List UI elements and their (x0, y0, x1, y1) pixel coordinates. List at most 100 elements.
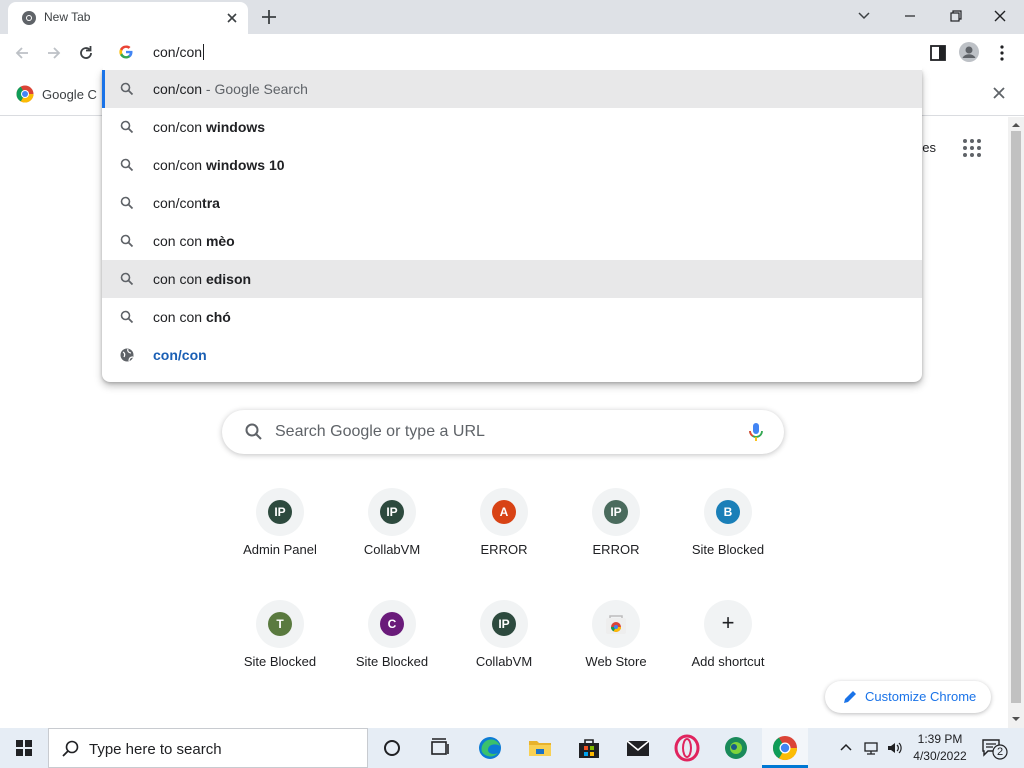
opera-icon[interactable] (673, 734, 701, 762)
search-icon (120, 310, 134, 324)
bookmark-label: Google C (42, 86, 97, 102)
volume-icon[interactable] (886, 740, 902, 756)
suggestion-row[interactable]: con/con windows (102, 108, 922, 146)
search-icon (120, 120, 134, 134)
tab-search-icon[interactable] (850, 4, 878, 28)
back-arrow-icon[interactable] (11, 42, 33, 64)
shortcut-letter-icon: IP (380, 500, 404, 524)
suggestion-completion: windows 10 (205, 157, 285, 173)
shortcut-tile[interactable]: IP Admin Panel (224, 488, 336, 600)
suggestion-query: con/con (153, 195, 203, 211)
scroll-up-icon[interactable] (1012, 121, 1020, 129)
chrome-taskbar-icon[interactable] (771, 734, 799, 762)
edge-dev-icon[interactable] (722, 734, 750, 762)
chrome-icon (22, 11, 36, 25)
new-tab-button[interactable] (258, 6, 280, 28)
shortcut-icon-bg: A (480, 488, 528, 536)
shortcut-label: Web Store (585, 654, 647, 669)
suggestion-completion: edison (205, 271, 252, 287)
shortcut-label: Add shortcut (691, 654, 765, 669)
side-panel-icon[interactable] (928, 43, 948, 63)
suggestion-query: con con (153, 233, 206, 249)
search-icon (245, 423, 262, 440)
plus-icon: + (721, 610, 735, 635)
suggestion-query: con con (153, 309, 206, 325)
clock-date[interactable]: 4/30/2022 (910, 749, 970, 763)
minimize-button[interactable] (896, 4, 924, 28)
suggestion-completion: chó (205, 309, 231, 325)
mail-icon[interactable] (624, 734, 652, 762)
ntp-search-box[interactable]: Search Google or type a URL (222, 410, 784, 454)
title-bar: New Tab (0, 0, 1024, 34)
widgets-icon[interactable] (426, 734, 454, 762)
shortcut-letter-icon: C (380, 612, 404, 636)
clock-time[interactable]: 1:39 PM (916, 732, 964, 746)
shortcut-tile[interactable]: Web Store (560, 600, 672, 712)
shortcut-tile[interactable]: B Site Blocked (672, 488, 784, 600)
scrollbar[interactable] (1008, 117, 1024, 728)
omnibox-text[interactable]: con/con (153, 44, 205, 60)
taskbar-search-box[interactable]: Type here to search (48, 728, 368, 768)
suggestion-row[interactable]: con con chó (102, 298, 922, 336)
scroll-thumb[interactable] (1011, 131, 1021, 703)
suggestion-text: con/con - Google Search (153, 81, 308, 97)
close-icon[interactable] (991, 85, 1007, 101)
customize-chrome-button[interactable]: Customize Chrome (825, 681, 991, 713)
close-window-button[interactable] (986, 4, 1014, 28)
windows-start-icon[interactable] (0, 728, 48, 768)
shortcut-label: CollabVM (475, 654, 533, 669)
search-icon (120, 82, 134, 96)
taskbar-search-text: Type here to search (89, 741, 222, 758)
suggestion-row[interactable]: con con edison (102, 260, 922, 298)
edge-icon[interactable] (476, 734, 504, 762)
shortcut-icon-bg (592, 600, 640, 648)
shortcut-tile[interactable]: IP CollabVM (448, 600, 560, 712)
task-view-icon[interactable] (378, 734, 406, 762)
suggestion-text: con con chó (153, 309, 231, 325)
file-explorer-icon[interactable] (526, 734, 554, 762)
shortcut-icon-bg: C (368, 600, 416, 648)
suggestion-row[interactable]: con/con (102, 336, 922, 374)
omnibox-value: con/con (153, 44, 203, 60)
shortcut-icon-bg: IP (368, 488, 416, 536)
network-icon[interactable] (863, 740, 879, 756)
microsoft-store-icon[interactable] (575, 734, 603, 762)
reload-icon[interactable] (75, 42, 97, 64)
shortcut-tile[interactable]: T Site Blocked (224, 600, 336, 712)
bookmark-google-chrome[interactable]: Google C (16, 84, 97, 104)
shortcut-tile[interactable]: IP CollabVM (336, 488, 448, 600)
globe-icon (120, 348, 134, 362)
shortcut-label: Site Blocked (355, 654, 429, 669)
suggestion-row[interactable]: con/contra (102, 184, 922, 222)
suggestion-row[interactable]: con con mèo (102, 222, 922, 260)
notifications-icon[interactable] (980, 736, 1008, 760)
forward-arrow-icon[interactable] (43, 42, 65, 64)
chevron-up-icon[interactable] (838, 740, 854, 756)
tab-title: New Tab (44, 10, 91, 24)
kebab-menu-icon[interactable] (992, 43, 1012, 63)
suggestion-row[interactable]: con/con windows 10 (102, 146, 922, 184)
suggestion-completion: windows (205, 119, 266, 135)
profile-avatar-icon[interactable] (959, 42, 979, 62)
notification-count: 2 (997, 746, 1004, 758)
omnibox[interactable] (103, 38, 922, 70)
suggestion-text: con/con (153, 347, 207, 363)
shortcut-tile[interactable]: + Add shortcut (672, 600, 784, 712)
microphone-icon[interactable] (745, 421, 767, 443)
tab-new-tab[interactable]: New Tab (8, 2, 248, 34)
shortcut-tile[interactable]: C Site Blocked (336, 600, 448, 712)
shortcut-tile[interactable]: IP ERROR (560, 488, 672, 600)
shortcut-icon-bg: T (256, 600, 304, 648)
shortcut-label: Admin Panel (243, 542, 317, 557)
scroll-down-icon[interactable] (1012, 715, 1020, 723)
suggestion-text: con/con windows 10 (153, 157, 285, 173)
shortcut-label: Site Blocked (691, 542, 765, 557)
suggestion-row[interactable]: con/con - Google Search (102, 70, 922, 108)
shortcut-letter-icon: IP (604, 500, 628, 524)
text-caret (203, 44, 205, 60)
apps-grid-icon[interactable] (962, 138, 982, 158)
suggestion-text: con/con windows (153, 119, 265, 135)
restore-button[interactable] (942, 4, 970, 28)
shortcut-tile[interactable]: A ERROR (448, 488, 560, 600)
close-tab-icon[interactable] (224, 10, 240, 26)
